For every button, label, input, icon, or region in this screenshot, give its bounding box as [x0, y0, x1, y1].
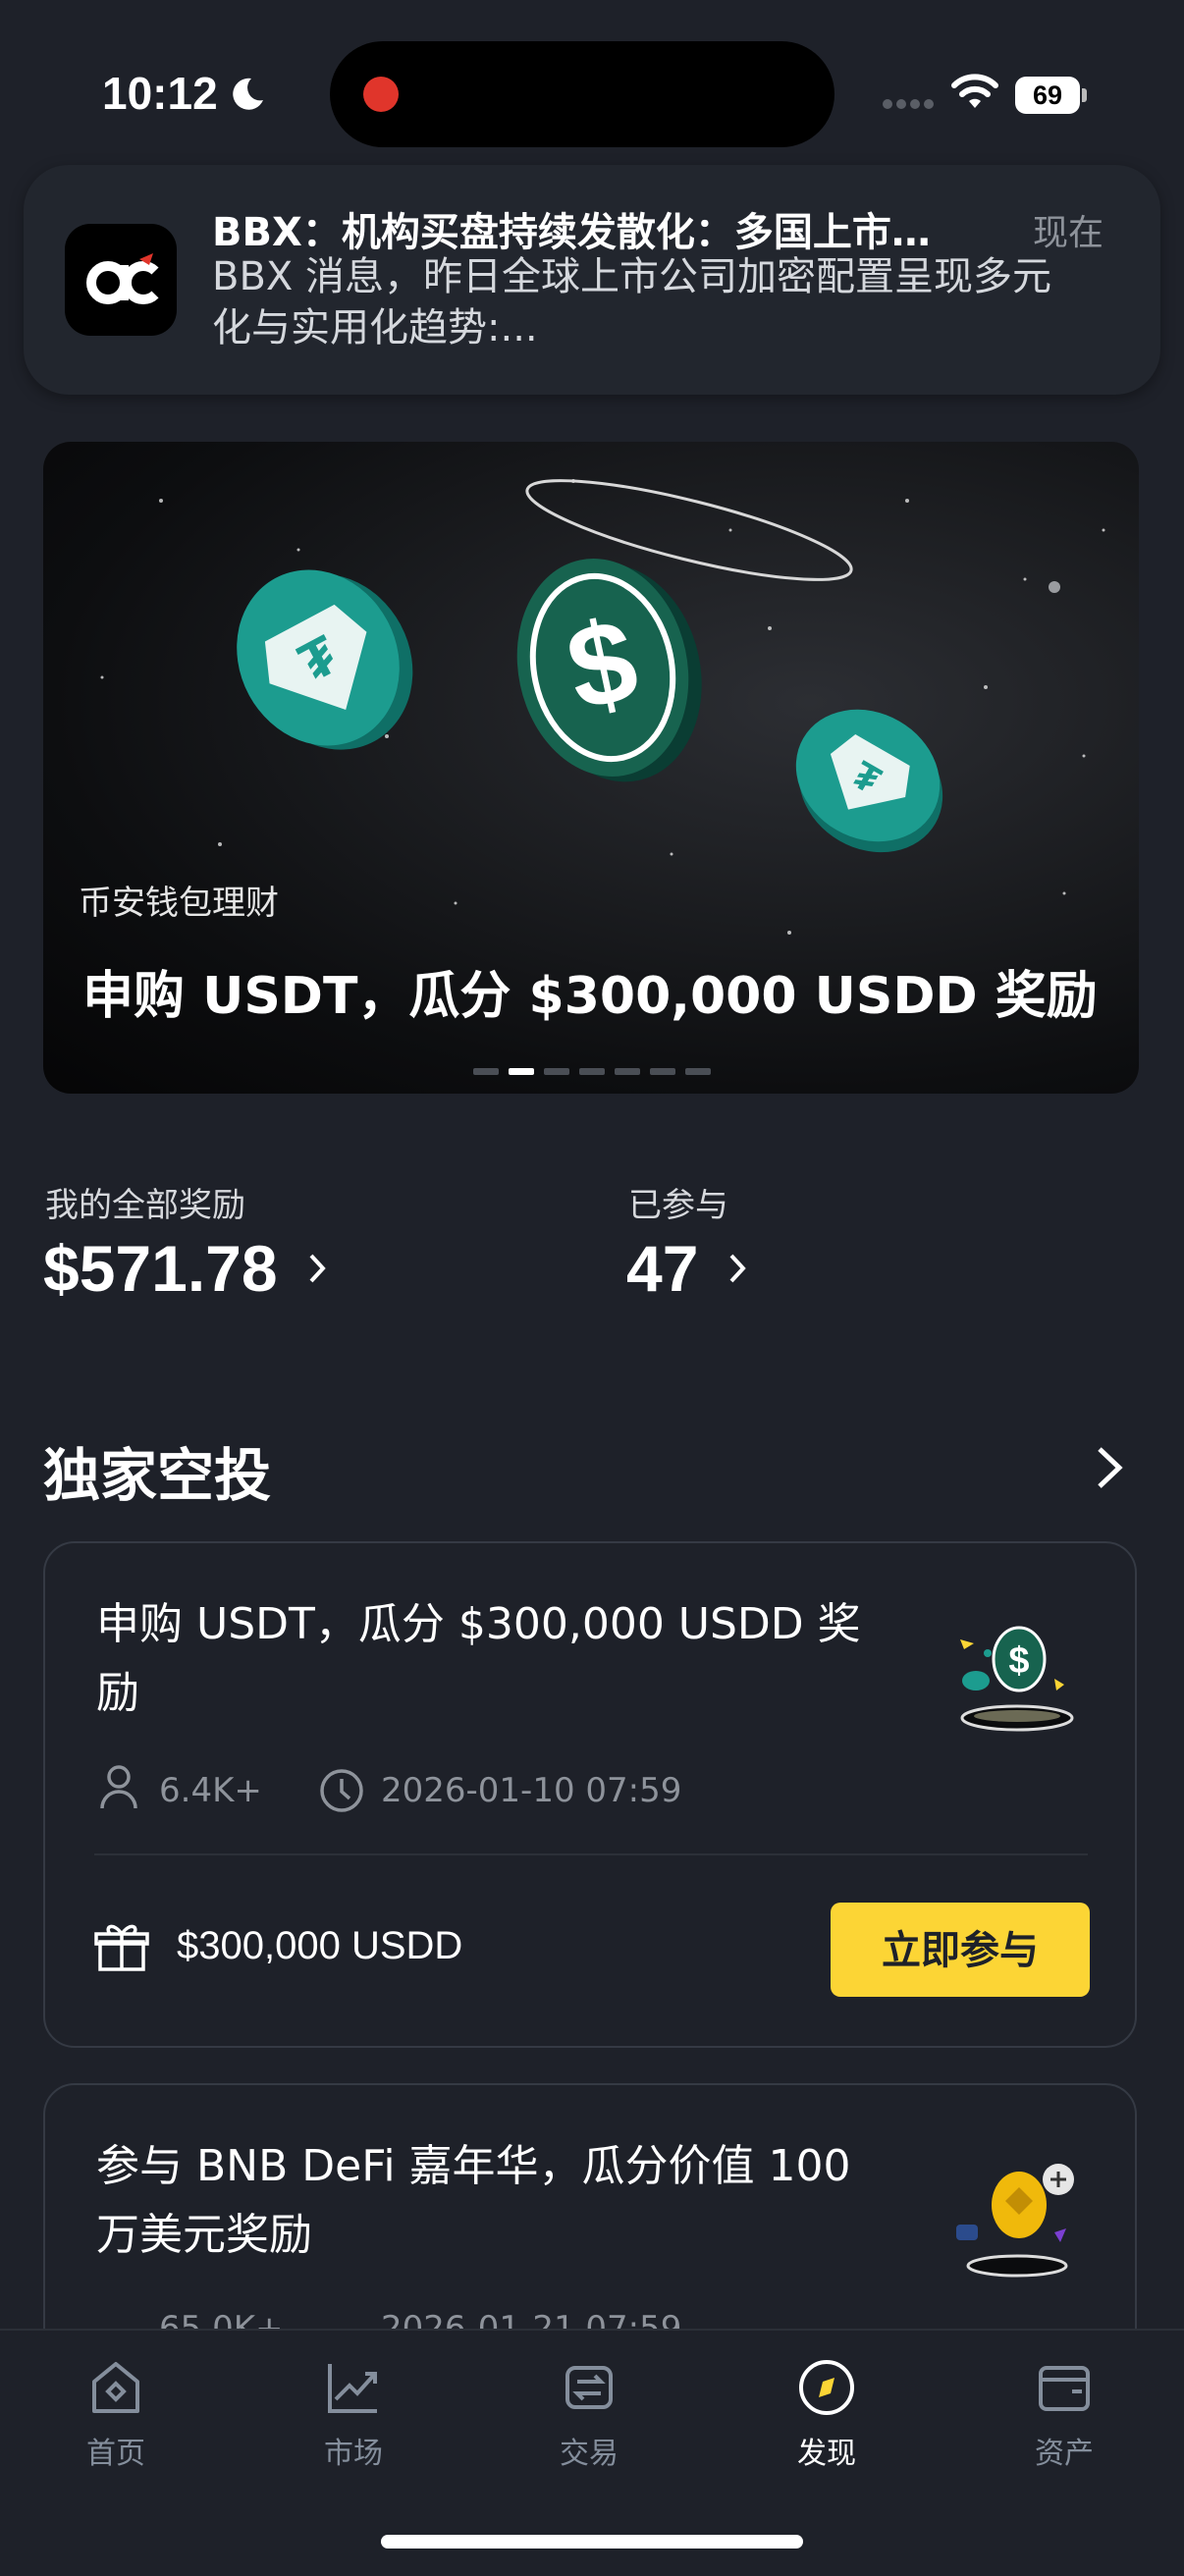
discover-compass-icon — [799, 2360, 854, 2415]
pager-dot[interactable] — [509, 1068, 534, 1075]
rewards-total-link[interactable]: $571.78 — [43, 1231, 329, 1306]
home-indicator[interactable] — [381, 2535, 803, 2549]
card-title: 参与 BNB DeFi 嘉年华，瓜分价值 100 万美元奖励 — [96, 2141, 851, 2260]
home-icon — [92, 2362, 139, 2413]
join-now-button[interactable]: 立即参与 — [831, 1903, 1090, 1997]
tab-trade[interactable]: 交易 — [511, 2356, 668, 2472]
tab-label: 资产 — [1035, 2437, 1094, 2471]
tab-assets[interactable]: 资产 — [986, 2356, 1143, 2472]
recording-indicator-icon — [363, 77, 399, 112]
chevron-right-icon — [309, 1254, 326, 1283]
pager-dot[interactable] — [473, 1068, 499, 1075]
section-more-chevron-icon[interactable] — [1090, 1443, 1129, 1492]
pager-dot[interactable] — [685, 1068, 711, 1075]
bnb-coin-illustration-icon — [956, 2164, 1074, 2278]
tab-home[interactable]: 首页 — [37, 2356, 194, 2472]
joined-count-link[interactable]: 47 — [626, 1231, 749, 1306]
notification-time: 现在 — [1033, 213, 1104, 253]
joined-label: 已参与 — [628, 1186, 728, 1225]
tab-label: 市场 — [324, 2437, 383, 2471]
reward-pool: $300,000 USDD — [177, 1924, 463, 1967]
svg-text:$: $ — [1008, 1640, 1029, 1682]
signal-dots-icon — [883, 99, 934, 109]
card-divider — [94, 1853, 1088, 1855]
pager-dot[interactable] — [579, 1068, 605, 1075]
usdd-coin-illustration-icon: $ — [960, 1626, 1074, 1732]
moon-icon — [233, 78, 263, 110]
banner-pager[interactable] — [473, 1068, 711, 1076]
battery-icon: 69 — [1015, 77, 1087, 114]
pager-dot[interactable] — [615, 1068, 640, 1075]
tab-label: 交易 — [560, 2437, 619, 2471]
app-logo-icon — [65, 224, 177, 336]
notification-title: BBX：机构买盘持续发散化：多国上市… — [212, 210, 931, 255]
tab-discover[interactable]: 发现 — [748, 2356, 905, 2472]
gift-icon — [94, 1924, 149, 1971]
notification-body: BBX 消息，昨日全球上市公司加密配置呈现多元化与实用化趋势:... — [212, 254, 1051, 350]
battery-level: 69 — [1015, 77, 1080, 114]
pager-dot[interactable] — [650, 1068, 675, 1075]
joined-value: 47 — [626, 1232, 699, 1305]
tab-label: 发现 — [797, 2437, 856, 2471]
chevron-right-icon — [729, 1254, 747, 1283]
dynamic-island — [330, 41, 834, 147]
card-title: 申购 USDT，瓜分 $300,000 USDD 奖励 — [96, 1599, 861, 1718]
clock-icon — [320, 1769, 363, 1812]
trade-swap-icon — [565, 2366, 613, 2409]
rewards-label: 我的全部奖励 — [45, 1186, 245, 1225]
tab-label: 首页 — [86, 2437, 145, 2471]
status-time: 10:12 — [102, 68, 218, 119]
pager-dot[interactable] — [544, 1068, 569, 1075]
wallet-icon — [1039, 2366, 1090, 2411]
participant-count: 6.4K+ — [159, 1771, 262, 1810]
banner-subtitle: 币安钱包理财 — [79, 884, 279, 923]
market-chart-icon — [328, 2364, 377, 2413]
tab-market[interactable]: 市场 — [275, 2356, 432, 2472]
banner-title: 申购 USDT，瓜分 $300,000 USDD 奖励 — [82, 967, 1098, 1026]
user-icon — [100, 1765, 137, 1809]
rewards-value: $571.78 — [43, 1232, 278, 1305]
section-title: 独家空投 — [43, 1442, 272, 1509]
end-datetime: 2026-01-10 07:59 — [381, 1771, 682, 1810]
wifi-icon — [951, 74, 998, 108]
